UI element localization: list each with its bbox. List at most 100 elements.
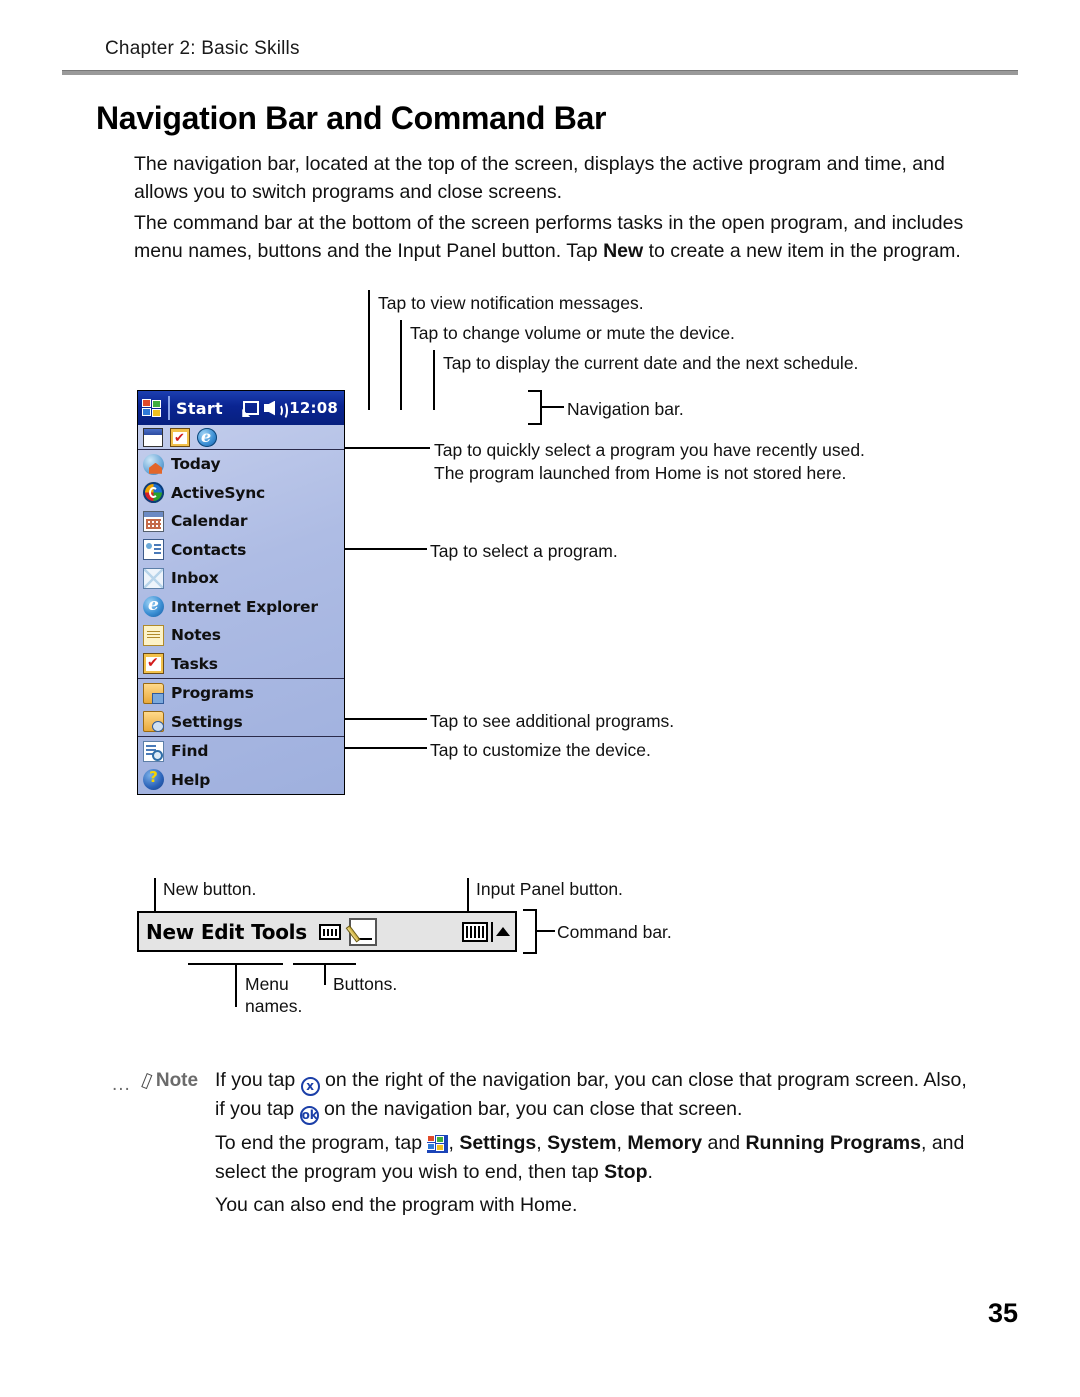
memory-keyword: Memory — [627, 1132, 703, 1154]
note-line-4: select the program you wish to end, then… — [215, 1158, 995, 1186]
calendar-icon — [143, 510, 164, 532]
triangle-up-icon[interactable] — [496, 927, 510, 936]
pda-start-menu-screenshot: Start 12:08 Today ActiveSync — [137, 390, 345, 795]
menu-item-internet-explorer[interactable]: Internet Explorer — [138, 593, 344, 622]
close-x-icon: x — [300, 1077, 320, 1096]
callout-recent-programs-line1: Tap to quickly select a program you have… — [434, 440, 865, 460]
callout-input-panel-button: Input Panel button. — [476, 879, 623, 899]
contacts-card-icon — [143, 539, 164, 561]
start-menu-group-2: Programs Settings — [138, 679, 344, 737]
menu-item-activesync[interactable]: ActiveSync — [138, 479, 344, 508]
intro-paragraph-1: The navigation bar, located at the top o… — [134, 153, 945, 203]
note-tag: ... Note — [112, 1070, 199, 1095]
page-number: 35 — [987, 1298, 1018, 1328]
pencil-icon[interactable] — [345, 917, 377, 946]
command-bar-menu-edit[interactable]: Edit — [201, 920, 245, 944]
menu-item-label: Notes — [171, 626, 221, 645]
paragraph-2-text-b: to create a new item in the program. — [643, 240, 961, 262]
help-question-icon — [143, 768, 164, 791]
note-dots: ... — [112, 1073, 131, 1095]
windows-flag-icon[interactable] — [142, 398, 163, 418]
tasks-clipboard-icon[interactable] — [170, 427, 190, 447]
internet-explorer-icon[interactable] — [197, 427, 217, 447]
note-label: Note — [155, 1070, 199, 1091]
leader-line-date — [433, 350, 435, 410]
command-bar-menu-tools[interactable]: Tools — [251, 920, 307, 944]
leader-line-command-bar — [537, 930, 555, 932]
menu-item-find[interactable]: Find — [138, 737, 344, 766]
note-line-3: To end the program, tap , Settings, Syst… — [215, 1129, 995, 1157]
internet-explorer-icon — [143, 595, 164, 618]
menu-item-label: ActiveSync — [171, 483, 266, 502]
menu-item-label: Internet Explorer — [171, 597, 318, 616]
programs-folder-icon — [143, 682, 164, 704]
menu-item-label: Contacts — [171, 540, 247, 559]
start-menu-group-3: Find Help — [138, 737, 344, 794]
note-line-2: if you tap ok on the navigation bar, you… — [215, 1095, 995, 1125]
command-bar-right-area — [462, 921, 515, 942]
inbox-envelope-icon — [143, 567, 164, 589]
navigation-bar-status-area: 12:08 — [243, 399, 344, 420]
running-programs-keyword: Running Programs — [745, 1132, 921, 1154]
note-line-3-sep-3: and — [702, 1132, 746, 1154]
clock-label[interactable]: 12:08 — [289, 399, 338, 417]
bracket-navigation-bar — [528, 390, 542, 425]
window-icon[interactable] — [143, 427, 163, 447]
note-line-3-sep-2: , — [616, 1132, 628, 1154]
note-line-5: You can also end the program with Home. — [215, 1194, 578, 1216]
leader-line-menu-names — [235, 963, 237, 1007]
menu-item-tasks[interactable]: Tasks — [138, 650, 344, 679]
leader-line-volume — [400, 320, 402, 410]
callout-new-button: New button. — [163, 879, 257, 899]
menu-item-label: Programs — [171, 684, 254, 703]
callout-select-program: Tap to select a program. — [430, 541, 618, 561]
chapter-header: Chapter 2: Basic Skills — [105, 38, 300, 59]
note-line-2-text-b: on the navigation bar, you can close tha… — [318, 1098, 743, 1120]
settings-keyword: Settings — [459, 1132, 537, 1154]
menu-item-settings[interactable]: Settings — [138, 708, 344, 737]
menu-item-label: Tasks — [171, 654, 218, 673]
new-keyword: New — [603, 240, 644, 262]
keyboard-icon[interactable] — [462, 921, 488, 942]
menu-item-label: Inbox — [171, 569, 219, 588]
menu-item-contacts[interactable]: Contacts — [138, 536, 344, 565]
stop-keyword: Stop — [604, 1161, 648, 1183]
system-keyword: System — [547, 1132, 617, 1154]
activesync-icon — [143, 482, 164, 504]
callout-recent-programs-line2: The program launched from Home is not st… — [434, 463, 847, 483]
page-title: Navigation Bar and Command Bar — [96, 100, 607, 136]
menu-item-inbox[interactable]: Inbox — [138, 564, 344, 593]
command-bar: New Edit Tools — [137, 911, 517, 952]
command-bar-buttons — [318, 917, 377, 946]
command-bar-menu-new[interactable]: New — [146, 920, 194, 944]
pencil-icon — [135, 1072, 153, 1090]
leader-line-notification — [368, 290, 370, 410]
command-bar-separator — [491, 921, 493, 942]
recorder-icon[interactable] — [318, 923, 341, 940]
menu-item-help[interactable]: Help — [138, 766, 344, 795]
callout-date: Tap to display the current date and the … — [443, 353, 859, 373]
menu-item-today[interactable]: Today — [138, 450, 344, 479]
callout-volume: Tap to change volume or mute the device. — [410, 323, 735, 343]
note-line-4-text-a: select the program you wish to end, then… — [215, 1161, 605, 1183]
speaker-icon[interactable] — [264, 400, 289, 420]
navigation-bar: Start 12:08 — [138, 391, 344, 425]
callout-navigation-bar: Navigation bar. — [567, 399, 684, 419]
callout-buttons: Buttons. — [333, 974, 398, 994]
intro-paragraph-2: The command bar at the bottom of the scr… — [134, 209, 974, 265]
leader-line-navigation-bar — [542, 406, 564, 408]
start-menu-body: Today ActiveSync Calendar Contacts Inbox… — [138, 425, 344, 794]
notification-screen-icon[interactable] — [243, 401, 260, 415]
settings-folder-icon — [143, 711, 164, 733]
menu-item-label: Calendar — [171, 512, 248, 531]
menu-item-programs[interactable]: Programs — [138, 679, 344, 708]
windows-flag-icon — [427, 1135, 449, 1153]
find-magnifier-icon — [143, 740, 164, 762]
start-label[interactable]: Start — [176, 399, 223, 418]
note-line-2-text-a: if you tap — [215, 1098, 300, 1120]
menu-item-notes[interactable]: Notes — [138, 621, 344, 650]
note-line-3-text-c: , and — [920, 1132, 965, 1154]
tasks-clipboard-icon — [143, 653, 164, 675]
recent-programs-row — [138, 425, 344, 450]
menu-item-calendar[interactable]: Calendar — [138, 507, 344, 536]
